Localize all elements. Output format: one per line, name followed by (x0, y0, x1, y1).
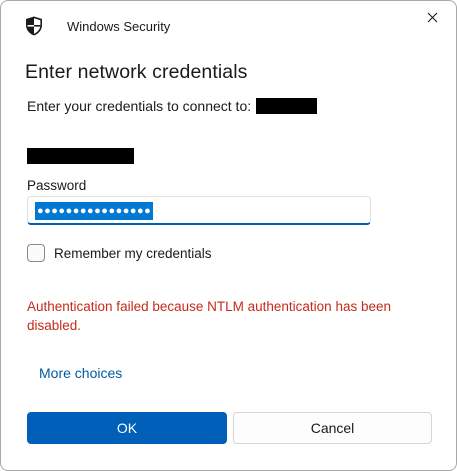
close-icon (427, 10, 438, 28)
more-choices-link[interactable]: More choices (39, 365, 122, 381)
close-button[interactable] (418, 7, 446, 31)
app-title: Windows Security (67, 19, 171, 34)
dialog-heading: Enter network credentials (25, 61, 248, 83)
password-field[interactable]: ●●●●●●●●●●●●●●●● (27, 196, 371, 225)
redacted-username (27, 148, 134, 164)
ok-button[interactable]: OK (27, 412, 227, 444)
error-message: Authentication failed because NTLM authe… (27, 299, 391, 333)
shield-icon (25, 16, 43, 36)
redacted-target-name (256, 98, 318, 114)
password-value: ●●●●●●●●●●●●●●●● (35, 202, 154, 220)
cancel-button[interactable]: Cancel (233, 412, 432, 444)
password-label: Password (27, 178, 87, 193)
checkbox-box[interactable] (27, 244, 45, 262)
instruction-text: Enter your credentials to connect to: (27, 98, 252, 114)
title-bar: Windows Security (1, 1, 456, 51)
remember-credentials-checkbox[interactable]: Remember my credentials (27, 244, 212, 262)
instruction-row: Enter your credentials to connect to: (27, 98, 318, 114)
remember-credentials-label: Remember my credentials (54, 245, 212, 261)
credentials-dialog: Windows Security Enter network credentia… (0, 0, 457, 471)
